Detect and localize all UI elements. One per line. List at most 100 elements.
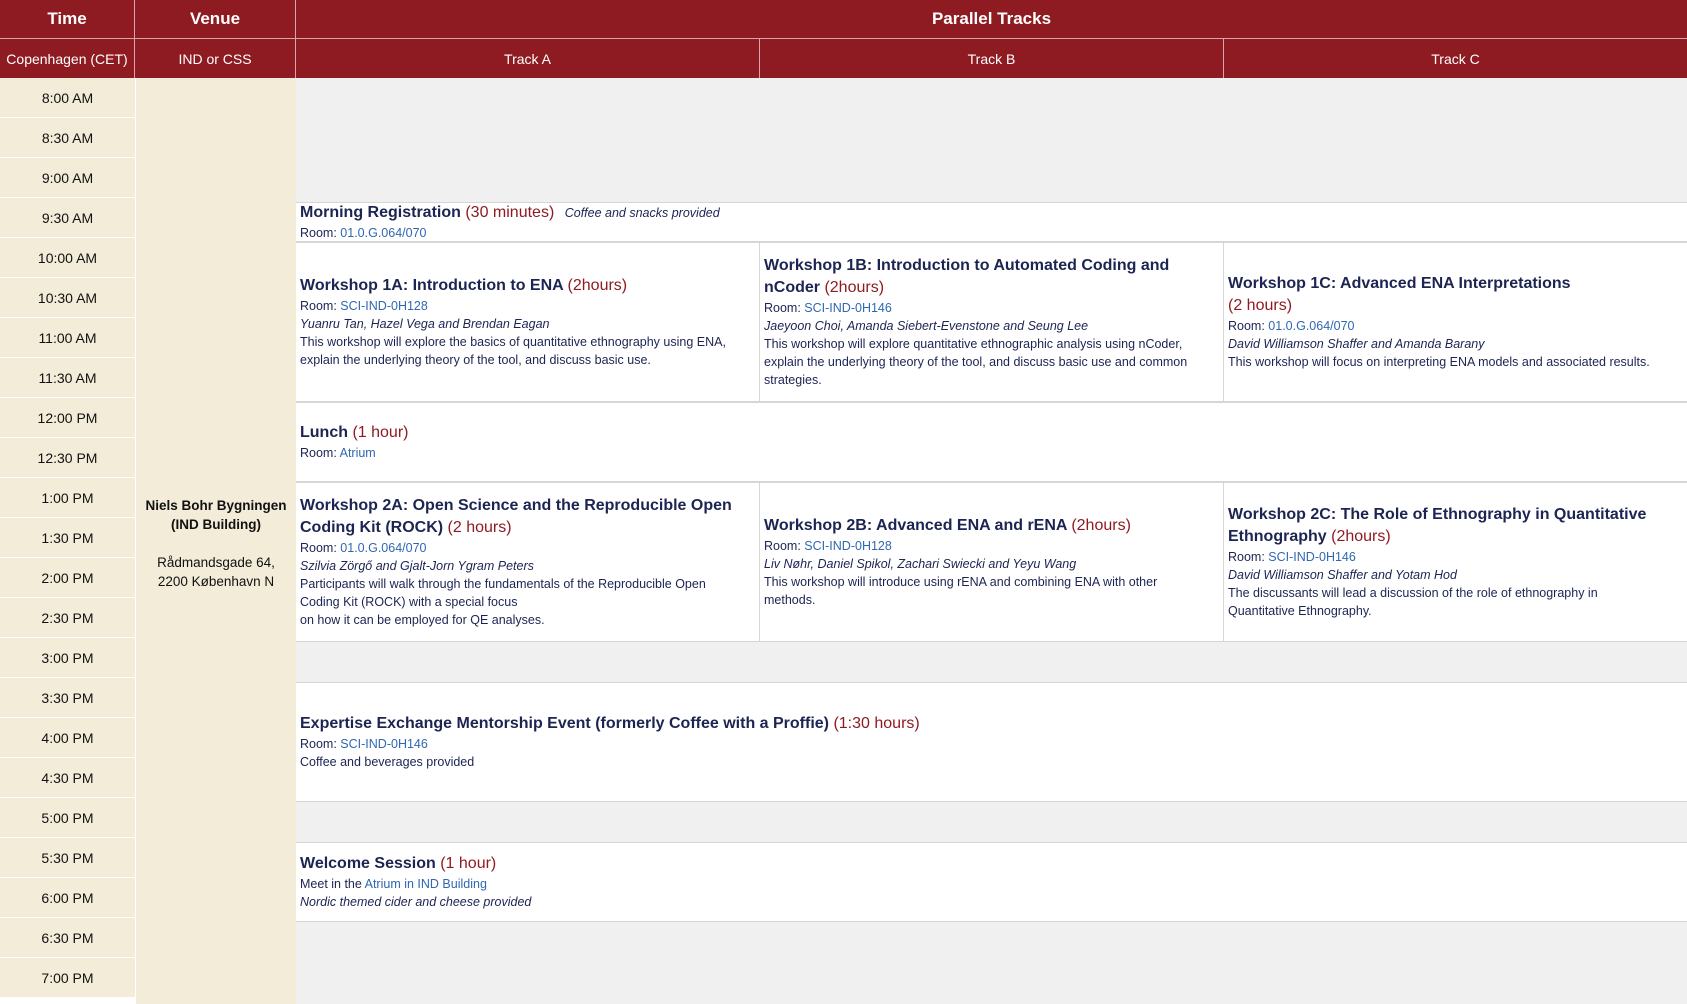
workshop-1c-room-link[interactable]: 01.0.G.064/070 [1268,319,1354,333]
venue-address-line2: 2200 København N [157,574,275,589]
workshop-1b: Workshop 1B: Introduction to Automated C… [760,242,1224,402]
welcome-place-link[interactable]: Atrium in IND Building [365,877,487,891]
welcome-title-row: Welcome Session (1 hour) [300,853,1683,875]
workshop-2c-presenters: David Williamson Shaffer and Yotam Hod [1228,568,1457,582]
time-slot: 11:30 AM [0,358,135,398]
lunch-event: Lunch (1 hour) Room: Atrium [296,402,1687,482]
lunch-title: Lunch [300,424,348,441]
time-slot: 2:00 PM [0,558,135,598]
workshop-2c-room-link[interactable]: SCI-IND-0H146 [1268,550,1356,564]
header-time-zone: Copenhagen (CET) [0,38,135,78]
workshop-1c-title-row: Workshop 1C: Advanced ENA Interpretation… [1228,273,1683,317]
workshop-1a-room-row: Room: SCI-IND-0H128 [300,297,755,315]
time-slot: 12:30 PM [0,438,135,478]
time-slot: 11:00 AM [0,318,135,358]
workshop-1a-title: Workshop 1A: Introduction to ENA [300,277,564,294]
room-label: Room: [764,301,805,315]
time-slot: 5:00 PM [0,798,135,838]
time-slot: 1:30 PM [0,518,135,558]
venue-column: Niels Bohr Bygningen (IND Building) Rådm… [135,78,296,1004]
workshop-2a-room-link[interactable]: 01.0.G.064/070 [340,541,426,555]
lunch-room-row: Room: Atrium [300,444,1683,462]
workshop-2b-room-link[interactable]: SCI-IND-0H128 [804,539,892,553]
welcome-note: Nordic themed cider and cheese provided [300,895,532,909]
room-label: Room: [1228,319,1269,333]
header-track-a: Track A [296,38,760,78]
workshop-1b-desc-1: This workshop will explore quantitative … [764,337,1183,351]
header-track-b: Track B [760,38,1224,78]
header-track-c: Track C [1224,38,1687,78]
workshop-2a-title: Workshop 2A: Open Science and the Reprod… [300,497,732,536]
workshop-1b-desc-2: explain the underlying theory of the too… [764,355,1188,369]
workshop-2a: Workshop 2A: Open Science and the Reprod… [296,482,760,642]
header-venue: Venue [135,0,296,38]
workshop-1c-desc-1: This workshop will focus on interpreting… [1228,355,1650,369]
workshop-1a-desc-1: This workshop will explore the basics of… [300,335,726,349]
time-slot: 6:00 PM [0,878,135,918]
mentorship-room-row: Room: SCI-IND-0H146 [300,735,1683,753]
welcome-duration: (1 hour) [440,855,497,872]
mentorship-note: Coffee and beverages provided [300,755,475,769]
workshop-1c-duration: (2 hours) [1228,297,1293,314]
header-time: Time [0,0,135,38]
workshop-2b-title-row: Workshop 2B: Advanced ENA and rENA (2hou… [764,515,1219,537]
workshop-2c-room-row: Room: SCI-IND-0H146 [1228,548,1683,566]
room-label: Room: [300,446,340,460]
workshop-2a-desc-2: Coding Kit (ROCK) with a special focus [300,595,518,609]
registration-title-row: Morning Registration (30 minutes) Coffee… [300,202,1683,224]
room-label: Room: [300,226,341,240]
workshop-2b-duration: (2hours) [1071,517,1131,534]
time-column: 8:00 AM 8:30 AM 9:00 AM 9:30 AM 10:00 AM… [0,78,135,998]
workshop-2b-room-row: Room: SCI-IND-0H128 [764,537,1219,555]
workshop-2b-presenters: Liv Nøhr, Daniel Spikol, Zachari Swiecki… [764,557,1077,571]
workshop-1a-room-link[interactable]: SCI-IND-0H128 [340,299,428,313]
workshop-2c: Workshop 2C: The Role of Ethnography in … [1224,482,1687,642]
workshop-2b-title: Workshop 2B: Advanced ENA and rENA [764,517,1067,534]
time-slot: 10:30 AM [0,278,135,318]
lunch-title-row: Lunch (1 hour) [300,422,1683,444]
room-label: Room: [1228,550,1269,564]
room-label: Room: [300,737,341,751]
time-slot: 3:30 PM [0,678,135,718]
registration-room-link[interactable]: 01.0.G.064/070 [340,226,426,240]
time-slot: 8:30 AM [0,118,135,158]
event-grid: Morning Registration (30 minutes) Coffee… [296,78,1687,1004]
room-label: Room: [764,539,805,553]
time-slot: 5:30 PM [0,838,135,878]
lunch-duration: (1 hour) [352,424,409,441]
registration-duration: (30 minutes) [465,204,555,221]
time-slot: 9:00 AM [0,158,135,198]
workshop-2c-desc-2: Quantitative Ethnography. [1228,604,1372,618]
time-slot: 2:30 PM [0,598,135,638]
workshop-1a-presenters: Yuanru Tan, Hazel Vega and Brendan Eagan [300,317,550,331]
workshop-1c-title: Workshop 1C: Advanced ENA Interpretation… [1228,275,1571,292]
venue-info: Niels Bohr Bygningen (IND Building) Rådm… [136,496,296,591]
workshop-2a-presenters: Szilvia Zörgő and Gjalt-Jorn Ygram Peter… [300,559,534,573]
welcome-meet-row: Meet in the Atrium in IND Building [300,875,1683,893]
workshop-1b-room-row: Room: SCI-IND-0H146 [764,299,1219,317]
time-slot: 6:30 PM [0,918,135,958]
header-parallel-tracks: Parallel Tracks [296,0,1687,38]
workshop-1a-desc-2: explain the underlying theory of the too… [300,353,651,367]
mentorship-room-link[interactable]: SCI-IND-0H146 [340,737,428,751]
registration-title: Morning Registration [300,204,461,221]
registration-room-row: Room: 01.0.G.064/070 [300,224,1683,242]
workshop-1b-room-link[interactable]: SCI-IND-0H146 [804,301,892,315]
welcome-event: Welcome Session (1 hour) Meet in the Atr… [296,842,1687,922]
room-label: Room: [300,541,341,555]
time-slot: 4:00 PM [0,718,135,758]
meet-label: Meet in the [300,877,365,891]
workshop-2c-title-row: Workshop 2C: The Role of Ethnography in … [1228,504,1683,548]
welcome-title: Welcome Session [300,855,436,872]
time-slot: 1:00 PM [0,478,135,518]
mentorship-title: Expertise Exchange Mentorship Event (for… [300,715,829,732]
lunch-room-link[interactable]: Atrium [340,446,376,460]
workshop-2a-duration: (2 hours) [447,519,512,536]
workshop-2a-room-row: Room: 01.0.G.064/070 [300,539,755,557]
workshop-1c-room-row: Room: 01.0.G.064/070 [1228,317,1683,335]
workshop-2c-title: Workshop 2C: The Role of Ethnography in … [1228,506,1647,545]
workshop-2b: Workshop 2B: Advanced ENA and rENA (2hou… [760,482,1224,642]
workshop-1b-title-row: Workshop 1B: Introduction to Automated C… [764,255,1219,299]
header-venue-sub: IND or CSS [135,38,296,78]
workshop-1b-duration: (2hours) [824,279,885,296]
